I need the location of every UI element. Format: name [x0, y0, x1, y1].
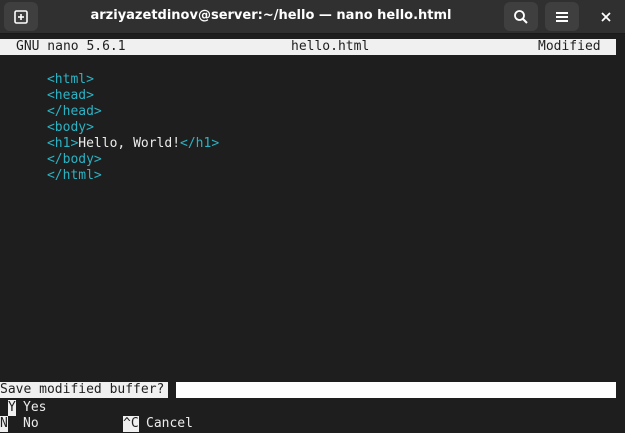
save-prompt-input[interactable]	[176, 382, 616, 398]
file-line: <html>	[0, 56, 94, 87]
file-line: </head>	[0, 88, 102, 119]
hamburger-menu-icon	[556, 11, 568, 22]
html-tag: </html>	[46, 168, 102, 183]
close-button[interactable]	[590, 2, 622, 31]
shortcut-label-no[interactable]: No	[23, 416, 39, 432]
terminal-area[interactable]: GNU nano 5.6.1 hello.html Modified <html…	[0, 34, 625, 433]
file-line: <head>	[0, 72, 94, 103]
shortcut-label-cancel[interactable]: Cancel	[146, 416, 193, 432]
file-line: <h1>Hello, World!</h1>	[0, 120, 219, 151]
file-line: <body>	[0, 104, 94, 135]
menu-button[interactable]	[545, 2, 579, 31]
shortcut-key-cancel: ^C	[123, 416, 139, 432]
window-title: arziyazetdinov@server:~/hello — nano hel…	[90, 8, 452, 23]
file-line: </body>	[0, 136, 102, 167]
search-icon	[514, 9, 528, 24]
html-tag: </h1>	[180, 136, 220, 151]
new-tab-button[interactable]	[4, 2, 38, 31]
shortcut-label-yes[interactable]: Yes	[23, 400, 46, 416]
terminal-window: arziyazetdinov@server:~/hello — nano hel…	[0, 0, 625, 433]
file-line: </html>	[0, 152, 102, 183]
nano-header-bar: GNU nano 5.6.1 hello.html Modified	[0, 39, 616, 55]
shortcut-key-no: N	[0, 416, 8, 432]
nano-modified-state: Modified	[538, 39, 601, 54]
search-button[interactable]	[504, 2, 538, 31]
save-prompt-label: Save modified buffer?	[0, 382, 169, 398]
new-tab-icon	[14, 9, 28, 24]
nano-filename: hello.html	[291, 39, 370, 54]
close-icon	[601, 11, 611, 22]
title-bar: arziyazetdinov@server:~/hello — nano hel…	[0, 0, 625, 34]
nano-version: GNU nano 5.6.1	[16, 39, 126, 54]
shortcut-key-yes: Y	[8, 400, 16, 416]
